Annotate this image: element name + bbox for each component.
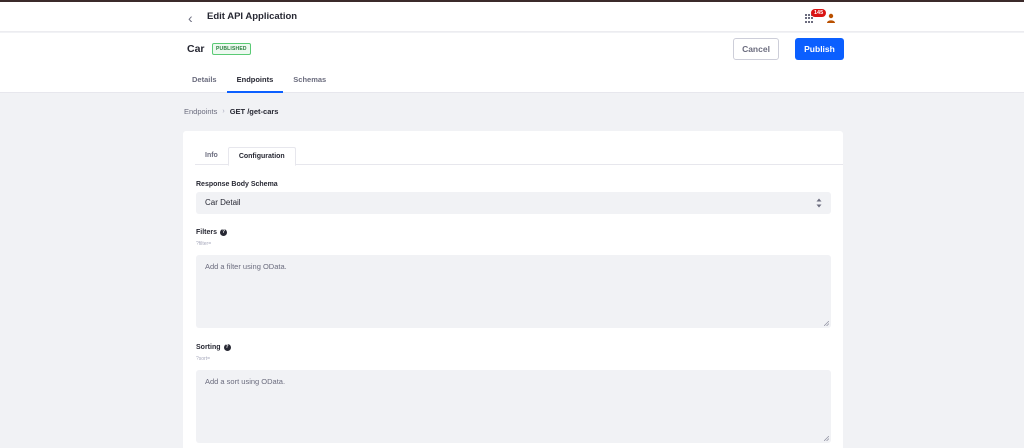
filters-label: Filters ? <box>196 229 228 236</box>
tab-configuration[interactable]: Configuration <box>227 147 296 166</box>
tab-details[interactable]: Details <box>182 71 227 93</box>
user-avatar-icon[interactable] <box>826 13 836 23</box>
publish-button[interactable]: Publish <box>795 38 844 60</box>
select-arrows-icon <box>816 198 822 208</box>
tab-endpoints[interactable]: Endpoints <box>226 71 284 93</box>
response-schema-select[interactable]: Car Detail <box>196 192 831 214</box>
filters-textarea[interactable]: Add a filter using OData. <box>196 255 831 328</box>
tab-info[interactable]: Info <box>195 147 228 165</box>
resize-grip-icon[interactable] <box>824 436 829 441</box>
navigation-tabs: Details Endpoints Schemas <box>182 71 336 93</box>
application-subheader: Car PUBLISHED Cancel Publish Details End… <box>0 33 1024 93</box>
breadcrumb-endpoints-link[interactable]: Endpoints <box>184 107 217 116</box>
chevron-right-icon: › <box>222 108 225 115</box>
back-chevron-icon[interactable]: ‹ <box>188 11 200 25</box>
response-schema-value: Car Detail <box>205 198 241 207</box>
response-schema-label: Response Body Schema <box>196 181 278 188</box>
question-circle-icon[interactable]: ? <box>220 229 228 236</box>
resize-grip-icon[interactable] <box>824 321 829 326</box>
sorting-label: Sorting ? <box>196 344 231 351</box>
question-circle-icon[interactable]: ? <box>223 344 231 351</box>
top-header: ‹ Edit API Application 145 <box>0 2 1024 32</box>
application-name: Car <box>187 43 205 55</box>
endpoint-config-card: Info Configuration Response Body Schema … <box>183 131 843 448</box>
card-tabs: Info Configuration <box>195 147 843 166</box>
cancel-button[interactable]: Cancel <box>733 38 779 60</box>
status-badge: PUBLISHED <box>212 43 251 55</box>
sorting-param-hint: ?sort= <box>196 356 211 362</box>
sorting-textarea[interactable]: Add a sort using OData. <box>196 370 831 443</box>
breadcrumb: Endpoints › GET /get-cars <box>184 107 278 116</box>
notification-badge[interactable]: 145 <box>811 9 827 17</box>
filters-param-hint: ?filter= <box>196 241 212 247</box>
breadcrumb-current: GET /get-cars <box>229 107 279 116</box>
tab-schemas[interactable]: Schemas <box>283 71 336 93</box>
sorting-placeholder: Add a sort using OData. <box>205 377 286 386</box>
filters-placeholder: Add a filter using OData. <box>205 262 287 271</box>
page-title: Edit API Application <box>207 11 298 22</box>
